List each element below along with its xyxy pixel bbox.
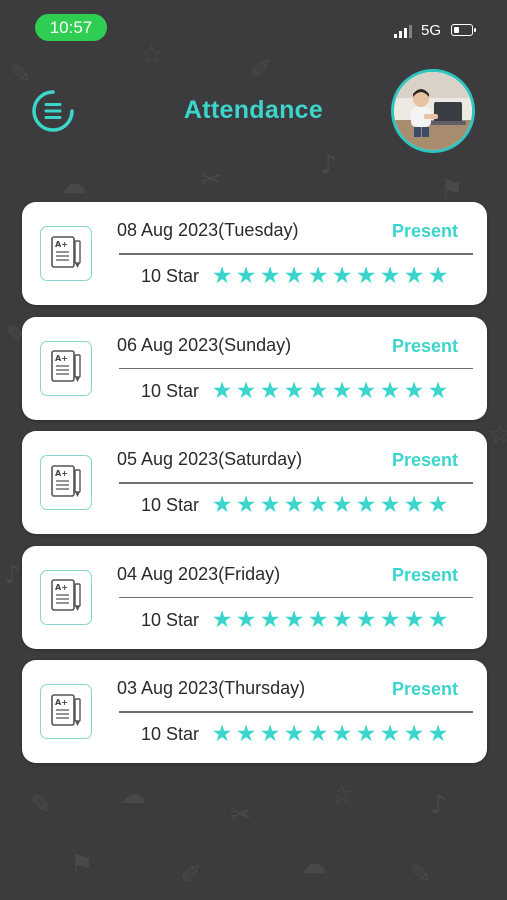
star-icon: ★	[235, 606, 257, 633]
star-icon: ★	[355, 492, 377, 518]
star-icon: ★	[403, 263, 425, 289]
attendance-card[interactable]: A+ 05 Aug 2023(Saturday) Present 10 Star…	[22, 431, 487, 534]
profile-avatar[interactable]	[391, 69, 475, 153]
star-icon: ★	[427, 492, 449, 518]
star-icon: ★	[379, 492, 401, 518]
star-rating: ★ ★ ★ ★ ★ ★ ★ ★ ★ ★	[211, 261, 449, 291]
attendance-date: 05 Aug 2023(Saturday)	[117, 449, 303, 469]
svg-text:A+: A+	[55, 698, 68, 707]
svg-text:A+: A+	[55, 583, 68, 592]
star-icon: ★	[211, 492, 233, 518]
star-icon: ★	[355, 721, 377, 747]
svg-text:A+: A+	[55, 240, 68, 249]
star-icon: ★	[355, 606, 377, 633]
report-card-icon: A+	[40, 340, 92, 396]
star-icon: ★	[283, 492, 305, 518]
attendance-date: 08 Aug 2023(Tuesday)	[117, 220, 299, 240]
star-icon: ★	[259, 263, 281, 289]
star-icon: ★	[427, 606, 449, 633]
star-rating: ★ ★ ★ ★ ★ ★ ★ ★ ★ ★	[211, 719, 449, 749]
status-bar: 10:57 5G	[0, 0, 507, 52]
signal-icon	[394, 24, 412, 38]
star-icon: ★	[379, 606, 401, 633]
star-rating: ★ ★ ★ ★ ★ ★ ★ ★ ★ ★	[211, 490, 449, 520]
attendance-status: Present	[391, 450, 458, 470]
star-icon: ★	[355, 377, 377, 404]
star-icon: ★	[235, 263, 257, 289]
star-icon: ★	[307, 606, 329, 633]
star-icon: ★	[331, 377, 353, 404]
attendance-status: Present	[391, 564, 458, 585]
star-icon: ★	[235, 492, 257, 518]
star-rating: ★ ★ ★ ★ ★ ★ ★ ★ ★ ★	[211, 376, 449, 406]
battery-icon	[451, 24, 476, 36]
attendance-status: Present	[391, 679, 458, 699]
star-icon: ★	[211, 263, 233, 289]
divider	[119, 711, 473, 713]
star-icon: ★	[307, 721, 329, 747]
attendance-card[interactable]: A+ 08 Aug 2023(Tuesday) Present 10 Star …	[22, 202, 487, 305]
attendance-date: 06 Aug 2023(Sunday)	[117, 334, 292, 355]
star-icon: ★	[211, 377, 233, 404]
star-count-label: 10 Star	[141, 724, 200, 744]
star-icon: ★	[283, 377, 305, 404]
svg-text:A+: A+	[55, 469, 68, 478]
star-rating: ★ ★ ★ ★ ★ ★ ★ ★ ★ ★	[211, 605, 449, 635]
divider	[119, 253, 473, 255]
star-icon: ★	[307, 492, 329, 518]
star-icon: ★	[427, 377, 449, 404]
star-icon: ★	[379, 721, 401, 747]
divider	[119, 596, 473, 598]
star-icon: ★	[307, 377, 329, 404]
star-icon: ★	[211, 721, 233, 747]
divider	[119, 482, 473, 484]
star-icon: ★	[427, 721, 449, 747]
attendance-card[interactable]: A+ 04 Aug 2023(Friday) Present 10 Star ★…	[22, 545, 487, 649]
star-count-label: 10 Star	[141, 380, 200, 401]
star-icon: ★	[235, 377, 257, 404]
star-count-label: 10 Star	[141, 266, 200, 286]
star-icon: ★	[403, 377, 425, 404]
star-icon: ★	[259, 721, 281, 747]
report-card-icon: A+	[40, 569, 92, 625]
svg-text:A+: A+	[55, 354, 68, 363]
star-icon: ★	[331, 606, 353, 633]
star-icon: ★	[331, 263, 353, 289]
star-icon: ★	[403, 492, 425, 518]
attendance-status: Present	[391, 335, 458, 356]
star-icon: ★	[379, 263, 401, 289]
star-icon: ★	[283, 263, 305, 289]
star-icon: ★	[379, 377, 401, 404]
star-icon: ★	[403, 606, 425, 633]
star-icon: ★	[331, 721, 353, 747]
attendance-date: 04 Aug 2023(Friday)	[117, 563, 281, 584]
star-icon: ★	[235, 721, 257, 747]
attendance-status: Present	[391, 221, 458, 241]
star-icon: ★	[283, 606, 305, 633]
report-card-icon: A+	[40, 684, 92, 739]
report-card-icon: A+	[40, 226, 92, 281]
star-icon: ★	[211, 606, 233, 633]
star-icon: ★	[259, 492, 281, 518]
status-time: 10:57	[35, 14, 107, 41]
star-count-label: 10 Star	[141, 495, 200, 515]
star-icon: ★	[355, 263, 377, 289]
star-icon: ★	[403, 721, 425, 747]
divider	[119, 367, 473, 369]
star-icon: ★	[283, 721, 305, 747]
star-icon: ★	[259, 606, 281, 633]
star-count-label: 10 Star	[141, 609, 200, 630]
attendance-list: A+ 08 Aug 2023(Tuesday) Present 10 Star …	[22, 202, 487, 775]
child-photo	[394, 72, 472, 150]
star-icon: ★	[427, 263, 449, 289]
attendance-date: 03 Aug 2023(Thursday)	[117, 678, 306, 698]
star-icon: ★	[331, 492, 353, 518]
star-icon: ★	[259, 377, 281, 404]
attendance-card[interactable]: A+ 03 Aug 2023(Thursday) Present 10 Star…	[22, 660, 487, 763]
report-card-icon: A+	[40, 455, 92, 510]
network-type: 5G	[421, 22, 442, 39]
attendance-card[interactable]: A+ 06 Aug 2023(Sunday) Present 10 Star ★…	[22, 316, 487, 420]
star-icon: ★	[307, 263, 329, 289]
